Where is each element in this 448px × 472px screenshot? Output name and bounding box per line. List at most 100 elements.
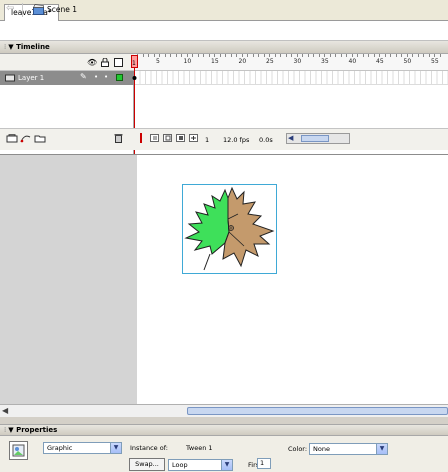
ruler-tick	[412, 54, 413, 57]
outline-color-swatch[interactable]	[116, 74, 123, 81]
scene-label[interactable]: Scene 1	[47, 5, 77, 14]
ruler-tick	[241, 54, 243, 57]
ruler-tick	[263, 54, 265, 57]
trash-icon[interactable]	[114, 133, 123, 143]
ruler-tick	[148, 54, 149, 57]
lock-dot[interactable]: •	[104, 73, 108, 81]
frames-row[interactable]	[135, 71, 448, 85]
ruler-tick	[362, 54, 364, 57]
ruler-tick	[340, 54, 342, 57]
first-frame-input[interactable]: 1	[257, 458, 271, 469]
swap-button[interactable]: Swap...	[129, 458, 165, 471]
ruler-tick	[406, 54, 408, 57]
edit-bar	[0, 21, 448, 41]
timeline-scrollbar[interactable]: ◀	[286, 133, 350, 144]
lock-icon[interactable]	[101, 58, 109, 67]
symbol-type-select[interactable]: Graphic ▼	[43, 442, 122, 454]
color-label: Color:	[288, 445, 308, 453]
scroll-left-icon[interactable]: ◀	[288, 134, 293, 142]
ruler-tick	[384, 54, 386, 57]
layer-row[interactable]: Layer 1 ✎ • •	[0, 71, 134, 85]
ruler-tick	[236, 54, 237, 57]
ruler-tick	[291, 54, 292, 57]
ruler-tick	[335, 54, 336, 57]
back-arrow-icon[interactable]: ⇦	[6, 4, 16, 14]
ruler-tick	[439, 54, 441, 57]
frame-ruler[interactable]: 5 10 15 20 25 30 35 40 45 50 55	[135, 54, 448, 71]
pencil-icon: ✎	[80, 72, 87, 81]
ruler-tick	[247, 54, 248, 57]
ruler-tick	[346, 54, 347, 57]
ruler-tick	[159, 54, 160, 57]
ruler-tick	[401, 54, 402, 57]
color-effect-value: None	[313, 445, 330, 453]
panel-grip-icon[interactable]: ⁞	[4, 425, 6, 436]
collapse-arrow-icon: ▼	[8, 43, 14, 51]
ruler-tick	[175, 54, 177, 57]
collapse-arrow-icon: ▼	[8, 426, 14, 434]
instance-of-label: Instance of:	[130, 444, 168, 452]
chevron-down-icon[interactable]: ▼	[110, 443, 121, 453]
panel-grip-icon[interactable]: ⁞	[4, 41, 6, 54]
ruler-tick	[417, 54, 419, 57]
stage-scroll-thumb[interactable]	[187, 407, 448, 415]
scroll-left-icon[interactable]: ◀	[2, 406, 12, 416]
ruler-tick	[225, 54, 226, 57]
ruler-tick	[423, 54, 424, 57]
ruler-tick	[324, 54, 325, 57]
outline-icon[interactable]	[114, 58, 123, 67]
ruler-tick	[395, 54, 397, 57]
ruler-tick	[192, 54, 193, 57]
edit-bar-divider	[22, 3, 23, 17]
ruler-tick	[368, 54, 369, 57]
timeline-scroll-thumb[interactable]	[301, 135, 329, 142]
eye-icon[interactable]: 👁	[87, 58, 97, 67]
ruler-tick	[379, 54, 380, 57]
graphic-symbol-icon	[9, 441, 28, 460]
add-motion-guide-icon[interactable]	[20, 134, 31, 143]
onion-skin-icon[interactable]	[150, 133, 198, 143]
ruler-number: 35	[321, 58, 329, 65]
ruler-tick	[390, 54, 391, 57]
stage-scrollbar[interactable]: ◀	[0, 404, 448, 417]
ruler-tick	[351, 54, 353, 57]
chevron-down-icon[interactable]: ▼	[376, 444, 387, 454]
timeline-panel-header[interactable]: ⁞ ▼ Timeline	[0, 41, 448, 54]
properties-panel-header[interactable]: ⁞ ▼ Properties	[0, 424, 448, 436]
ruler-tick	[373, 54, 375, 57]
elapsed-time: 0.0s	[259, 136, 273, 144]
center-frame-icon[interactable]	[138, 133, 144, 143]
ruler-tick	[203, 54, 204, 57]
ruler-number: 25	[266, 58, 274, 65]
ruler-tick	[357, 54, 358, 57]
ruler-tick	[252, 54, 254, 57]
visibility-dot[interactable]: •	[94, 73, 98, 81]
insert-folder-icon[interactable]	[34, 134, 46, 143]
ruler-tick	[274, 54, 276, 57]
ruler-current-number: 1	[132, 60, 136, 67]
ruler-tick	[280, 54, 281, 57]
frame-rate[interactable]: 12.0 fps	[223, 136, 249, 144]
ruler-tick	[142, 54, 144, 57]
insert-layer-icon[interactable]	[6, 134, 18, 143]
layer-header-row: 👁	[0, 54, 134, 71]
loop-select[interactable]: Loop ▼	[168, 459, 233, 471]
scene-clapper-icon	[33, 4, 44, 15]
leaf-graphic[interactable]	[182, 184, 277, 274]
chevron-down-icon[interactable]: ▼	[221, 460, 232, 470]
instance-name: Tween 1	[186, 444, 213, 452]
ruler-number: 15	[211, 58, 219, 65]
layer-name[interactable]: Layer 1	[18, 74, 44, 82]
ruler-number: 55	[431, 58, 439, 65]
ruler-tick	[164, 54, 166, 57]
ruler-tick	[313, 54, 314, 57]
ruler-tick	[285, 54, 287, 57]
timeline-title: Timeline	[16, 43, 50, 51]
ruler-number: 50	[403, 58, 412, 65]
ruler-tick	[258, 54, 259, 57]
ruler-tick	[186, 54, 188, 57]
ruler-number: 40	[348, 58, 357, 65]
ruler-tick	[170, 54, 171, 57]
color-effect-select[interactable]: None ▼	[309, 443, 388, 455]
ruler-tick	[428, 54, 430, 57]
